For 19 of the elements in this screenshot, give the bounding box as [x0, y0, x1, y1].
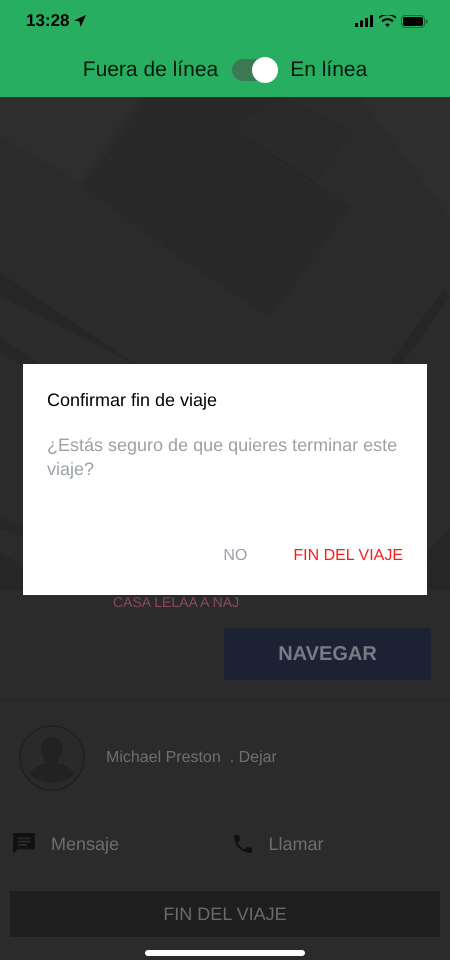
- call-button[interactable]: Llamar: [230, 831, 450, 857]
- dialog-message: ¿Estás seguro de que quieres terminar este viaje?: [47, 434, 398, 481]
- destination-text: CASA LELAA A NAJ: [113, 593, 240, 612]
- battery-icon: [401, 14, 428, 28]
- online-switch[interactable]: [232, 58, 276, 80]
- cancel-button[interactable]: NO: [223, 547, 248, 565]
- end-trip-button[interactable]: FIN DEL VIAJE: [10, 891, 440, 937]
- location-arrow-icon: [73, 14, 88, 28]
- passenger-name: Michael Preston: [106, 749, 221, 767]
- trip-action-label: . Dejar: [230, 749, 277, 767]
- dialog-title: Confirmar fin de viaje: [47, 390, 218, 411]
- confirm-button[interactable]: FIN DEL VIAJE: [293, 547, 403, 565]
- status-time: 13:28: [26, 11, 70, 31]
- signal-icon: [355, 15, 374, 27]
- message-button[interactable]: Mensaje: [11, 831, 230, 857]
- online-label: En línea: [290, 58, 368, 82]
- offline-label: Fuera de línea: [82, 58, 218, 82]
- wifi-icon: [379, 15, 396, 27]
- navigate-button[interactable]: NAVEGAR: [224, 628, 431, 680]
